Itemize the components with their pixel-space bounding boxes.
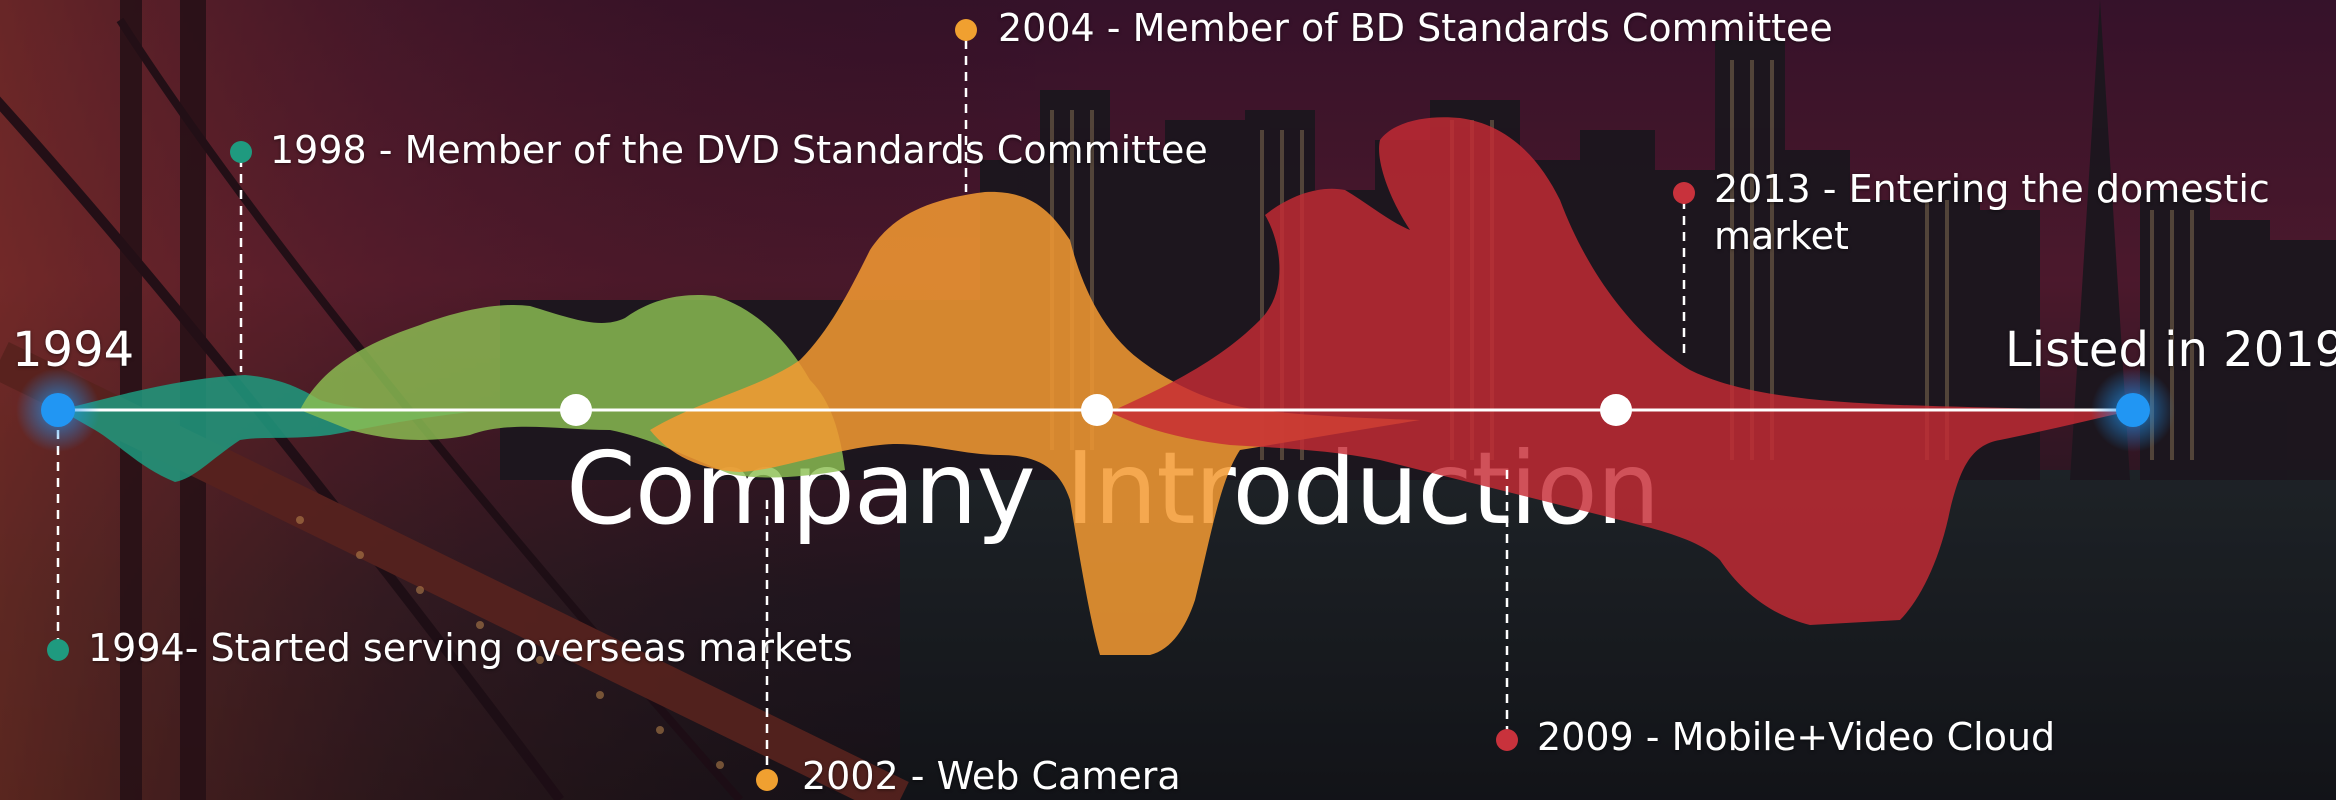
event-marker-2002-icon [756,769,778,791]
mid-node-2-icon [1081,394,1113,426]
event-1998-label: 1998 - Member of the DVD Standards Commi… [270,128,1208,172]
slide: Company Introduction 1994 Listed in 2019… [0,0,2336,800]
timeline-overlay [16,19,2175,791]
event-marker-2004-icon [955,19,977,41]
event-2009-label: 2009 - Mobile+Video Cloud [1537,715,2056,759]
end-year-label: Listed in 2019 [2005,322,2336,378]
start-node-icon [41,393,75,427]
event-marker-2009-icon [1496,729,1518,751]
event-marker-1998-icon [230,141,252,163]
mid-node-1-icon [560,394,592,426]
event-marker-1994-icon [47,639,69,661]
mid-node-3-icon [1600,394,1632,426]
event-1994-label: 1994- Started serving overseas markets [88,626,853,670]
event-2002-label: 2002 - Web Camera [802,754,1181,798]
event-2004-label: 2004 - Member of BD Standards Committee [998,6,1833,50]
start-year-label: 1994 [12,322,135,378]
event-2013-label: 2013 - Entering the domestic market [1714,167,2270,258]
end-node-icon [2116,393,2150,427]
event-marker-2013-icon [1673,182,1695,204]
